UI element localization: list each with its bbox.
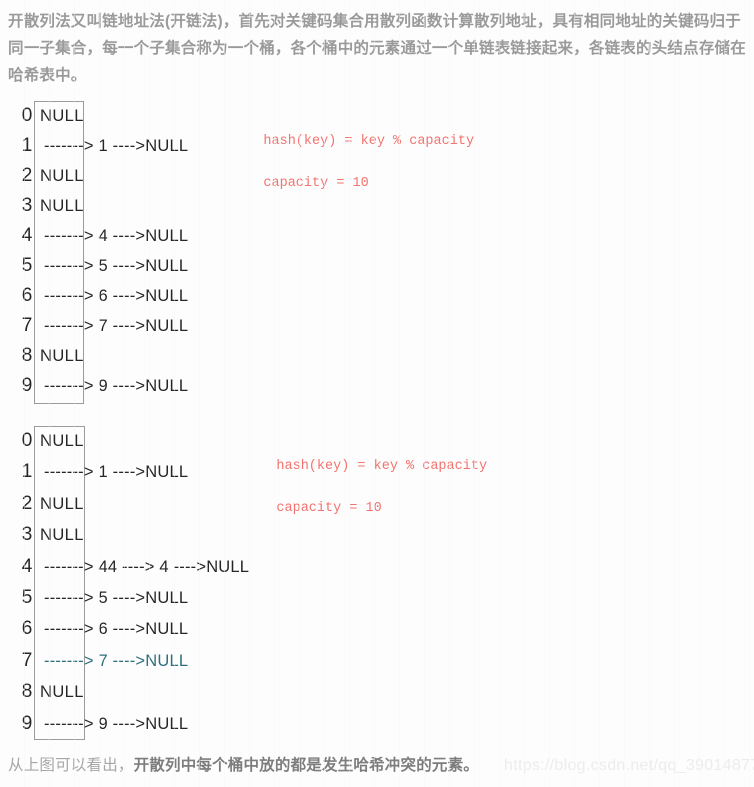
annotation-line-capacity: capacity = 10	[263, 176, 369, 191]
bucket-empty-null: NULL	[40, 197, 84, 215]
bucket-index-label: 7	[21, 649, 33, 671]
bucket-index-label: 5	[21, 587, 33, 608]
bucket-chain-list: -------> 44 ----> 4 ---->NULL	[44, 557, 250, 576]
csdn-watermark: https://blog.csdn.net/qq_39014877	[504, 757, 754, 774]
annotation-line-hash: hash(key) = key % capacity	[263, 134, 475, 149]
bucket-empty-null: NULL	[40, 432, 84, 450]
bucket-chain-list: -------> 7 ---->NULL	[44, 651, 189, 670]
bucket-empty-null: NULL	[40, 107, 84, 125]
bucket-index-label: 1	[21, 135, 33, 156]
bucket-chain-list: -------> 5 ---->NULL	[44, 257, 189, 275]
bucket-index-label: 2	[21, 165, 33, 186]
bucket-index-label: 2	[21, 492, 33, 514]
bucket-index-label: 3	[21, 524, 33, 546]
hash-function-annotation: hash(key) = key % capacity capacity = 10	[244, 435, 487, 540]
bucket-chain-list: -------> 6 ---->NULL	[44, 287, 189, 305]
bucket-index-label: 9	[21, 375, 33, 396]
bucket-chain-list: -------> 9 ---->NULL	[44, 714, 189, 733]
outro-lead-text: 从上图可以看出，	[8, 757, 134, 774]
bucket-chain-list: -------> 6 ---->NULL	[44, 620, 189, 639]
annotation-line-capacity: capacity = 10	[276, 501, 382, 516]
bucket-index-label: 4	[21, 225, 33, 246]
bucket-index-label: 0	[21, 105, 33, 126]
bucket-chain-list: -------> 7 ---->NULL	[44, 317, 189, 335]
bucket-index-label: 7	[21, 315, 33, 336]
intro-paragraph: 开散列法又叫链地址法(开链法)，首先对关键码集合用散列函数计算散列地址，具有相同…	[8, 13, 746, 84]
annotation-line-hash: hash(key) = key % capacity	[276, 459, 488, 474]
bucket-empty-null: NULL	[40, 494, 84, 513]
bucket-empty-null: NULL	[40, 683, 84, 702]
bucket-chain-list: -------> 1 ---->NULL	[44, 463, 189, 482]
bucket-index-label: 9	[21, 712, 33, 734]
hash-function-annotation: hash(key) = key % capacity capacity = 10	[231, 110, 474, 215]
bucket-chain-list: -------> 9 ---->NULL	[44, 377, 189, 395]
bucket-chain-list: -------> 5 ---->NULL	[44, 589, 189, 607]
bucket-empty-null: NULL	[40, 526, 84, 545]
bucket-chain-list: -------> 1 ---->NULL	[44, 137, 189, 155]
bucket-index-label: 6	[21, 285, 33, 306]
bucket-index-label: 6	[21, 618, 33, 640]
bucket-index-label: 3	[21, 195, 33, 216]
bucket-empty-null: NULL	[40, 347, 84, 365]
bucket-index-label: 5	[21, 255, 33, 276]
bucket-index-label: 4	[21, 555, 33, 577]
outro-emphasis-text: 开散列中每个桶中放的都是发生哈希冲突的元素。	[133, 757, 480, 774]
bucket-chain-list: -------> 4 ---->NULL	[44, 227, 189, 245]
bucket-index-label: 8	[21, 681, 33, 703]
bucket-empty-null: NULL	[40, 167, 84, 185]
bucket-index-label: 8	[21, 345, 33, 366]
bucket-index-label: 0	[21, 430, 33, 451]
bucket-index-label: 1	[21, 461, 33, 483]
